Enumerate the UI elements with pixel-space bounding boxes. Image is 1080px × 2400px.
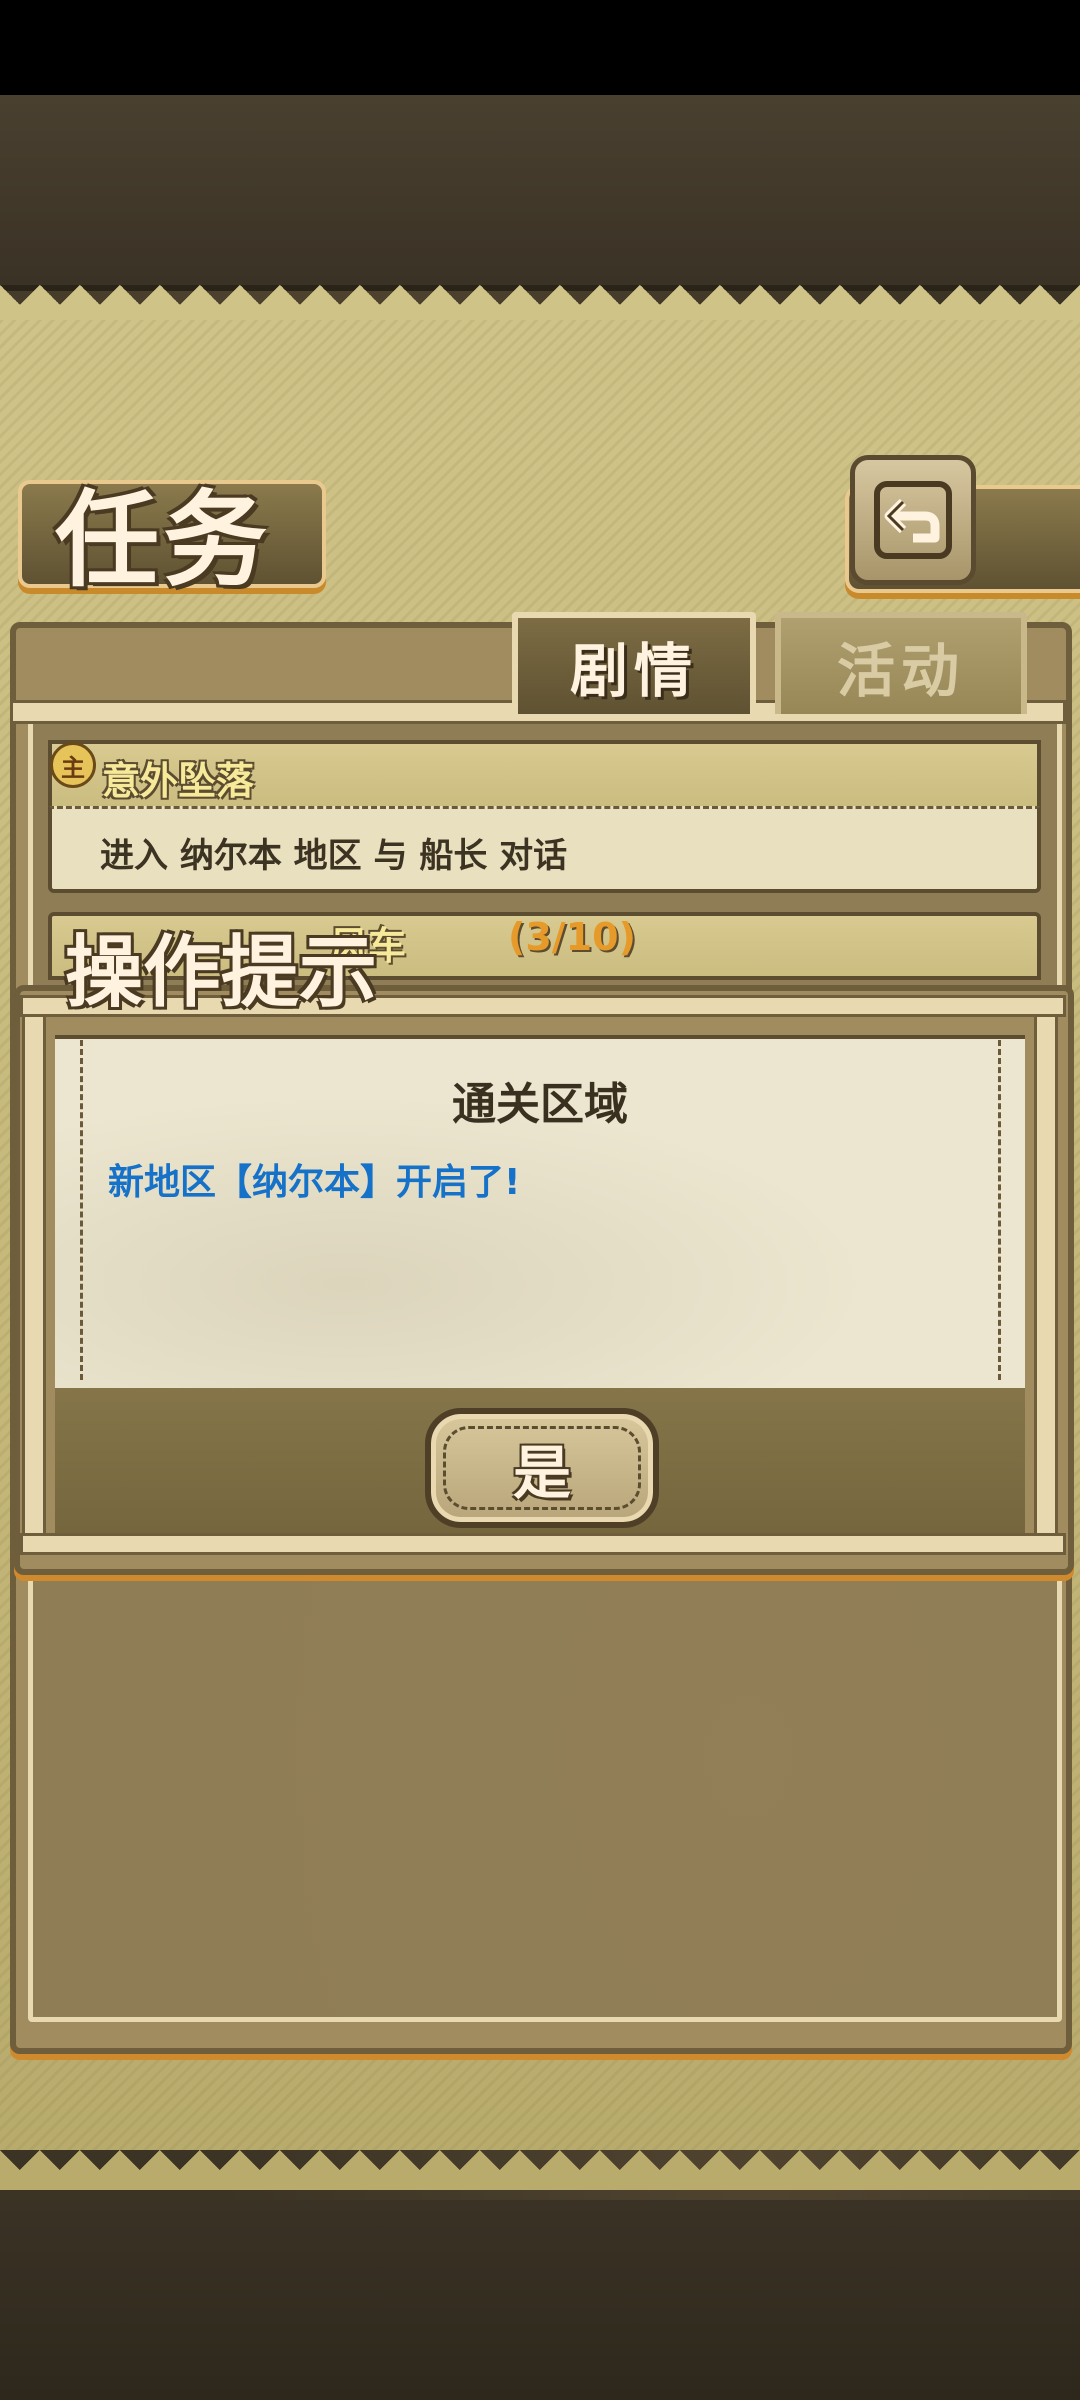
quest-title: 意外坠落 (102, 759, 255, 803)
dialog-heading: 操作提示 (65, 927, 378, 1018)
confirm-button[interactable]: 是 (425, 1408, 659, 1528)
tab-story[interactable]: 剧情 (512, 612, 756, 714)
board-edge-bottom (0, 2150, 1080, 2190)
board-edge-top (0, 285, 1080, 325)
return-arrow-icon (874, 481, 952, 559)
quest-description: 进入 纳尔本 地区 与 船长 对话 (100, 836, 568, 876)
main-quest-badge-icon: 主 (50, 742, 96, 788)
bottom-map-band (0, 2200, 1080, 2400)
dialog-title: 通关区域 (452, 1079, 628, 1130)
dialog-rail-bottom (20, 1533, 1066, 1555)
back-button[interactable] (850, 455, 976, 585)
tab-events[interactable]: 活动 (775, 612, 1027, 714)
dialog-message: 新地区【纳尔本】开启了! (108, 1162, 521, 1203)
page-title: 任务 (55, 478, 272, 601)
quest-progress-2: (3/10) (508, 915, 636, 959)
top-map-band (0, 95, 1080, 291)
